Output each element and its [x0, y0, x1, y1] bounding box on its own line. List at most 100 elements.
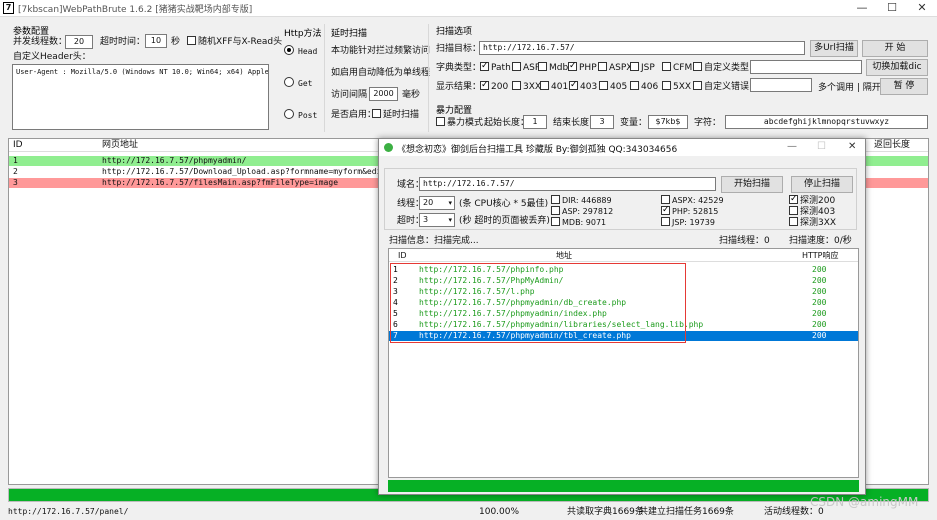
dialog-row-code: 200 [812, 276, 827, 285]
interval-unit: 毫秒 [402, 90, 421, 100]
show-3xx-label: 3XX [523, 82, 542, 92]
status-task-count: 共建立扫描任务1669条 [639, 507, 734, 517]
dialog-timeout-select[interactable]: 3 ▾ [419, 213, 455, 227]
dialog-title-bar: 《想念初恋》御剑后台扫描工具 珍藏版 By:御剑孤独 QQ:343034656 … [379, 139, 865, 156]
show-406-checkbox[interactable]: 406 [630, 81, 658, 93]
custom-error-input[interactable] [750, 78, 812, 92]
dialog-maximize-button[interactable]: ☐ [817, 141, 826, 152]
show-3xx-checkbox[interactable]: 3XX [512, 81, 541, 93]
col-url-header: 网页地址 [102, 140, 139, 150]
show-401-checkbox[interactable]: 401 [540, 81, 568, 93]
probe-200-label: 探测200 [800, 196, 836, 206]
stop-scan-button[interactable]: 停止扫描 [791, 176, 853, 193]
delay-enable-label: 是否启用： [331, 110, 377, 120]
checkbox-icon [630, 62, 639, 71]
brute-mode-checkbox[interactable]: 暴力模式 [436, 117, 483, 129]
variable-input[interactable]: $7kb$ [648, 115, 688, 129]
method-post-radio[interactable]: Post [284, 109, 317, 122]
delay-enable-checkbox[interactable]: 延时扫描 [372, 109, 419, 121]
probe-403-label: 探测403 [800, 207, 836, 217]
dict-mdb-checkbox[interactable]: Mdb [538, 62, 568, 74]
chevron-down-icon: ▾ [448, 199, 452, 207]
dict-aspx-checkbox[interactable]: ASPX [598, 62, 632, 74]
dialog-minimize-button[interactable]: — [787, 141, 797, 152]
start-scan-button[interactable]: 开始扫描 [721, 176, 783, 193]
checkbox-icon [630, 81, 639, 90]
show-405-checkbox[interactable]: 405 [599, 81, 627, 93]
switch-dict-button[interactable]: 切换加载dic [866, 59, 928, 76]
dict-asp-count-label: ASP: 297812 [562, 207, 614, 216]
thread-select[interactable]: 20 ▾ [419, 196, 455, 210]
checkbox-icon [436, 117, 445, 126]
close-button[interactable]: ✕ [907, 0, 937, 17]
dialog-title: 《想念初恋》御剑后台扫描工具 珍藏版 By:御剑孤独 QQ:343034656 [397, 145, 678, 155]
end-length-input[interactable]: 3 [590, 115, 614, 129]
dict-asp-checkbox[interactable]: ASP [512, 62, 540, 74]
timeout-input[interactable]: 10 [145, 34, 167, 48]
start-button[interactable]: 开 始 [862, 40, 928, 57]
show-403-checkbox[interactable]: 403 [569, 79, 597, 93]
charset-input[interactable]: abcdefghijklmnopqrstuvwxyz [725, 115, 928, 129]
probe-3xx-checkbox[interactable]: 探测3XX [789, 217, 836, 229]
checkbox-icon [480, 79, 489, 91]
timeout-note: (秒 超时的页面被丢弃) [459, 216, 550, 226]
checkbox-icon [538, 62, 547, 71]
dict-php-checkbox[interactable]: PHP [568, 60, 597, 74]
radio-icon [284, 45, 294, 55]
checkbox-icon [661, 204, 670, 216]
interval-input[interactable]: 2000 [369, 87, 398, 101]
checkbox-icon [568, 60, 577, 72]
method-head-radio[interactable]: Head [284, 45, 317, 58]
charset-label: 字符： [694, 118, 722, 128]
checkbox-icon [551, 195, 560, 204]
checkbox-icon [789, 217, 798, 226]
dialog-progress-bar [388, 480, 859, 492]
header-textarea[interactable]: User-Agent : Mozilla/5.0 (Windows NT 10.… [12, 64, 269, 130]
row-id: 1 [13, 156, 18, 165]
watermark: CSDN @amingMM [810, 495, 919, 509]
method-get-radio[interactable]: Get [284, 77, 312, 90]
minimize-button[interactable]: — [847, 0, 877, 17]
checkbox-icon [551, 206, 560, 215]
dict-aspx-label: ASPX [609, 63, 633, 73]
delay-enable-check-label: 延时扫描 [383, 110, 420, 120]
random-xff-checkbox[interactable]: 随机XFF与X-Read头 [187, 36, 282, 48]
dict-path-checkbox[interactable]: Path [480, 60, 511, 74]
dict-cfm-checkbox[interactable]: CFM [662, 62, 692, 74]
domain-input[interactable]: http://172.16.7.57/ [419, 177, 716, 191]
multi-url-scan-button[interactable]: 多Url扫描 [810, 40, 858, 57]
target-input[interactable]: http://172.16.7.57/ [479, 41, 805, 55]
checkbox-icon [372, 109, 381, 118]
dict-jsp-checkbox[interactable]: JSP [630, 62, 655, 74]
start-length-input[interactable]: 1 [523, 115, 547, 129]
dict-aspx-count-label: ASPX: 42529 [672, 196, 724, 205]
show-5xx-checkbox[interactable]: 5XX [662, 81, 691, 93]
yujian-dialog[interactable]: 《想念初恋》御剑后台扫描工具 珍藏版 By:御剑孤独 QQ:343034656 … [378, 138, 866, 495]
dialog-close-button[interactable]: ✕ [848, 141, 856, 152]
show-result-label: 显示结果： [436, 82, 482, 92]
row-url: http://172.16.7.57/filesMain.asp?fmFileT… [102, 178, 339, 187]
threads-input[interactable]: 20 [65, 35, 93, 49]
dict-php-count-label: PHP: 52815 [672, 207, 719, 216]
dialog-col-id-header: ID [398, 251, 407, 260]
dict-jsp-count-checkbox[interactable]: JSP: 19739 [661, 217, 715, 229]
dict-custom-checkbox[interactable]: 自定义类型 [693, 62, 749, 74]
checkbox-icon [661, 195, 670, 204]
custom-dict-input[interactable] [750, 60, 862, 74]
method-get-label: Get [298, 79, 313, 88]
dialog-row-code: 200 [812, 309, 827, 318]
dict-custom-label: 自定义类型 [704, 63, 750, 73]
probe-3xx-label: 探测3XX [800, 218, 837, 228]
dialog-row-code: 200 [812, 298, 827, 307]
scan-threads: 扫描线程：0 [719, 236, 770, 246]
checkbox-icon [789, 206, 798, 215]
show-custom-error-checkbox[interactable]: 自定义错误 [693, 81, 749, 93]
maximize-button[interactable]: ☐ [877, 0, 907, 17]
dialog-results-table[interactable]: ID 地址 HTTP响应 1 http://172.16.7.57/phpinf… [388, 248, 859, 478]
dict-mdb-count-checkbox[interactable]: MDB: 9071 [551, 217, 606, 229]
show-200-checkbox[interactable]: 200 [480, 79, 508, 93]
show-401-label: 401 [551, 82, 569, 92]
dict-jsp-label: JSP [641, 63, 655, 73]
timeout-unit: 秒 [171, 37, 181, 47]
pause-button[interactable]: 暂 停 [880, 78, 928, 95]
